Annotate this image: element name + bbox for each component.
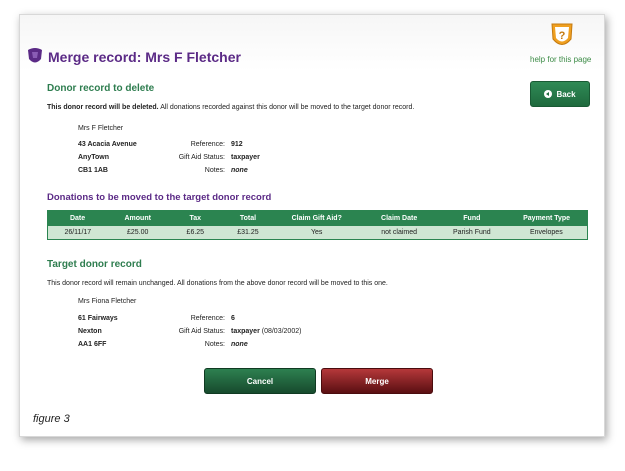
target-address-line1: 61 Fairways (78, 315, 118, 322)
delete-intro-bold: This donor record will be deleted. (47, 104, 159, 111)
table-header-row: Date Amount Tax Total Claim Gift Aid? Cl… (46, 210, 588, 226)
figure-caption: figure 3 (33, 413, 70, 425)
delete-notes-value: none (231, 167, 248, 174)
target-section-heading: Target donor record (47, 259, 142, 270)
target-gift-aid-value: taxpayer (08/03/2002) (231, 328, 301, 335)
back-button[interactable]: Back (530, 81, 590, 107)
back-arrow-icon (544, 90, 553, 98)
target-reference-value: 6 (231, 315, 235, 322)
church-logo-icon (28, 48, 42, 63)
donations-section-heading: Donations to be moved to the target dono… (47, 192, 272, 203)
column-header-claim-date: Claim Date (359, 210, 439, 226)
cancel-button[interactable]: Cancel (204, 368, 316, 394)
column-header-claim-gift-aid: Claim Gift Aid? (272, 210, 361, 226)
target-notes-value: none (231, 341, 248, 348)
page-title: Merge record: Mrs F Fletcher (48, 49, 241, 65)
delete-address-line3: CB1 1AB (78, 167, 108, 174)
delete-address-line2: AnyTown (78, 154, 109, 161)
target-gift-aid-date: (08/03/2002) (259, 328, 302, 335)
cell-total: £31.25 (222, 225, 274, 240)
cell-date: 26/11/17 (46, 225, 108, 240)
cell-claim-date: not claimed (360, 225, 438, 240)
delete-section-heading: Donor record to delete (47, 83, 155, 94)
delete-intro-rest: All donations recorded against this dono… (158, 104, 415, 111)
app-window: Merge record: Mrs F Fletcher ? help for … (19, 14, 605, 437)
help-link[interactable]: help for this page (530, 55, 591, 64)
back-button-label: Back (556, 89, 576, 99)
column-header-amount: Amount (107, 210, 169, 226)
delete-donor-name: Mrs F Fletcher (78, 125, 124, 132)
column-header-fund: Fund (437, 210, 507, 226)
target-donor-name: Mrs Fiona Fletcher (78, 298, 137, 305)
table-row: 26/11/17 £25.00 £6.25 £31.25 Yes not cla… (46, 225, 588, 240)
cell-fund: Parish Fund (437, 225, 506, 240)
target-gift-aid-status: taxpayer (231, 328, 260, 335)
column-header-total: Total (222, 210, 274, 226)
delete-reference-label: Reference: (190, 141, 225, 148)
delete-intro: This donor record will be deleted. All d… (47, 104, 414, 111)
cell-amount: £25.00 (107, 225, 168, 240)
help-shield-icon[interactable]: ? (548, 21, 576, 51)
column-header-tax: Tax (167, 210, 224, 226)
cell-claim-gift-aid: Yes (273, 225, 361, 240)
column-header-payment-type: Payment Type (505, 210, 588, 226)
column-header-date: Date (46, 210, 109, 226)
target-address-line3: AA1 6FF (78, 341, 107, 348)
delete-reference-value: 912 (231, 141, 243, 148)
delete-gift-aid-label: Gift Aid Status: (178, 154, 225, 161)
delete-address-line1: 43 Acacia Avenue (78, 141, 137, 148)
svg-text:?: ? (559, 30, 566, 42)
target-notes-label: Notes: (204, 341, 225, 348)
target-intro: This donor record will remain unchanged.… (47, 280, 388, 287)
cell-payment-type: Envelopes (505, 225, 588, 240)
target-gift-aid-label: Gift Aid Status: (178, 328, 225, 335)
delete-gift-aid-value: taxpayer (231, 154, 260, 161)
target-address-line2: Nexton (78, 328, 102, 335)
cell-tax: £6.25 (167, 225, 223, 240)
delete-notes-label: Notes: (204, 167, 225, 174)
target-reference-label: Reference: (190, 315, 225, 322)
donations-table: Date Amount Tax Total Claim Gift Aid? Cl… (46, 210, 588, 240)
merge-button[interactable]: Merge (321, 368, 433, 394)
